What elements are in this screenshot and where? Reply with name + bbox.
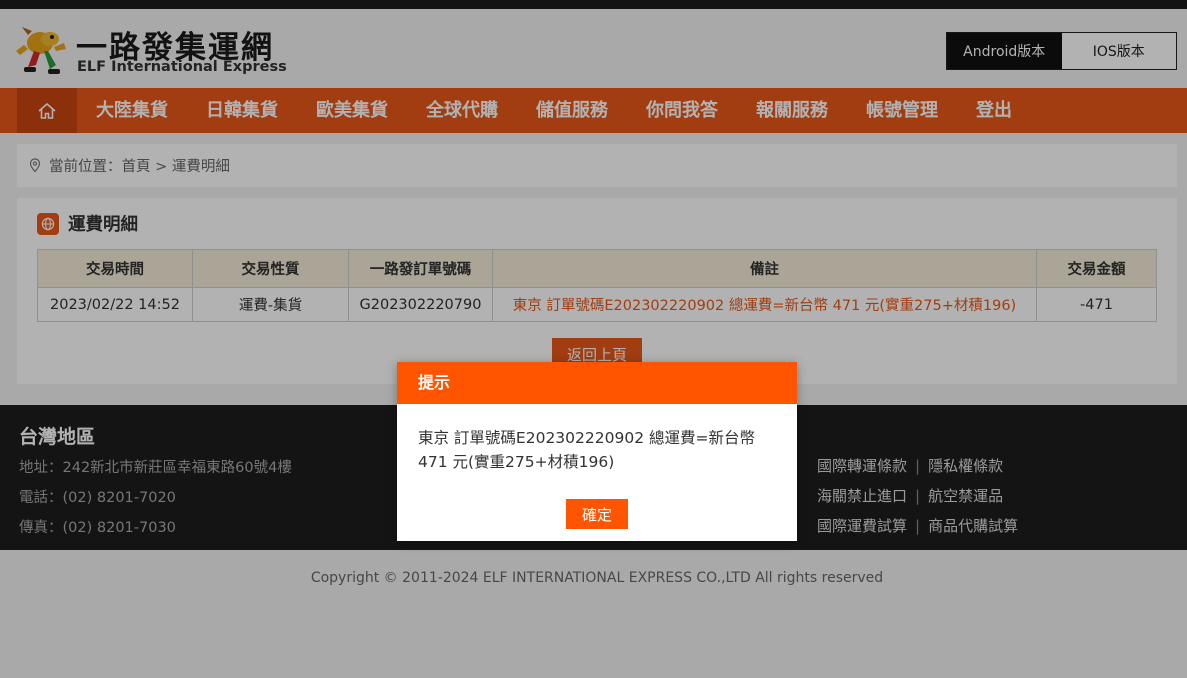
modal-overlay[interactable]: [0, 0, 1187, 678]
alert-dialog: 提示 東京 訂單號碼E202302220902 總運費=新台幣 471 元(實重…: [397, 362, 797, 541]
dialog-title: 提示: [397, 362, 797, 404]
dialog-ok-button[interactable]: 確定: [566, 499, 628, 529]
dialog-message: 東京 訂單號碼E202302220902 總運費=新台幣 471 元(實重275…: [418, 429, 755, 471]
